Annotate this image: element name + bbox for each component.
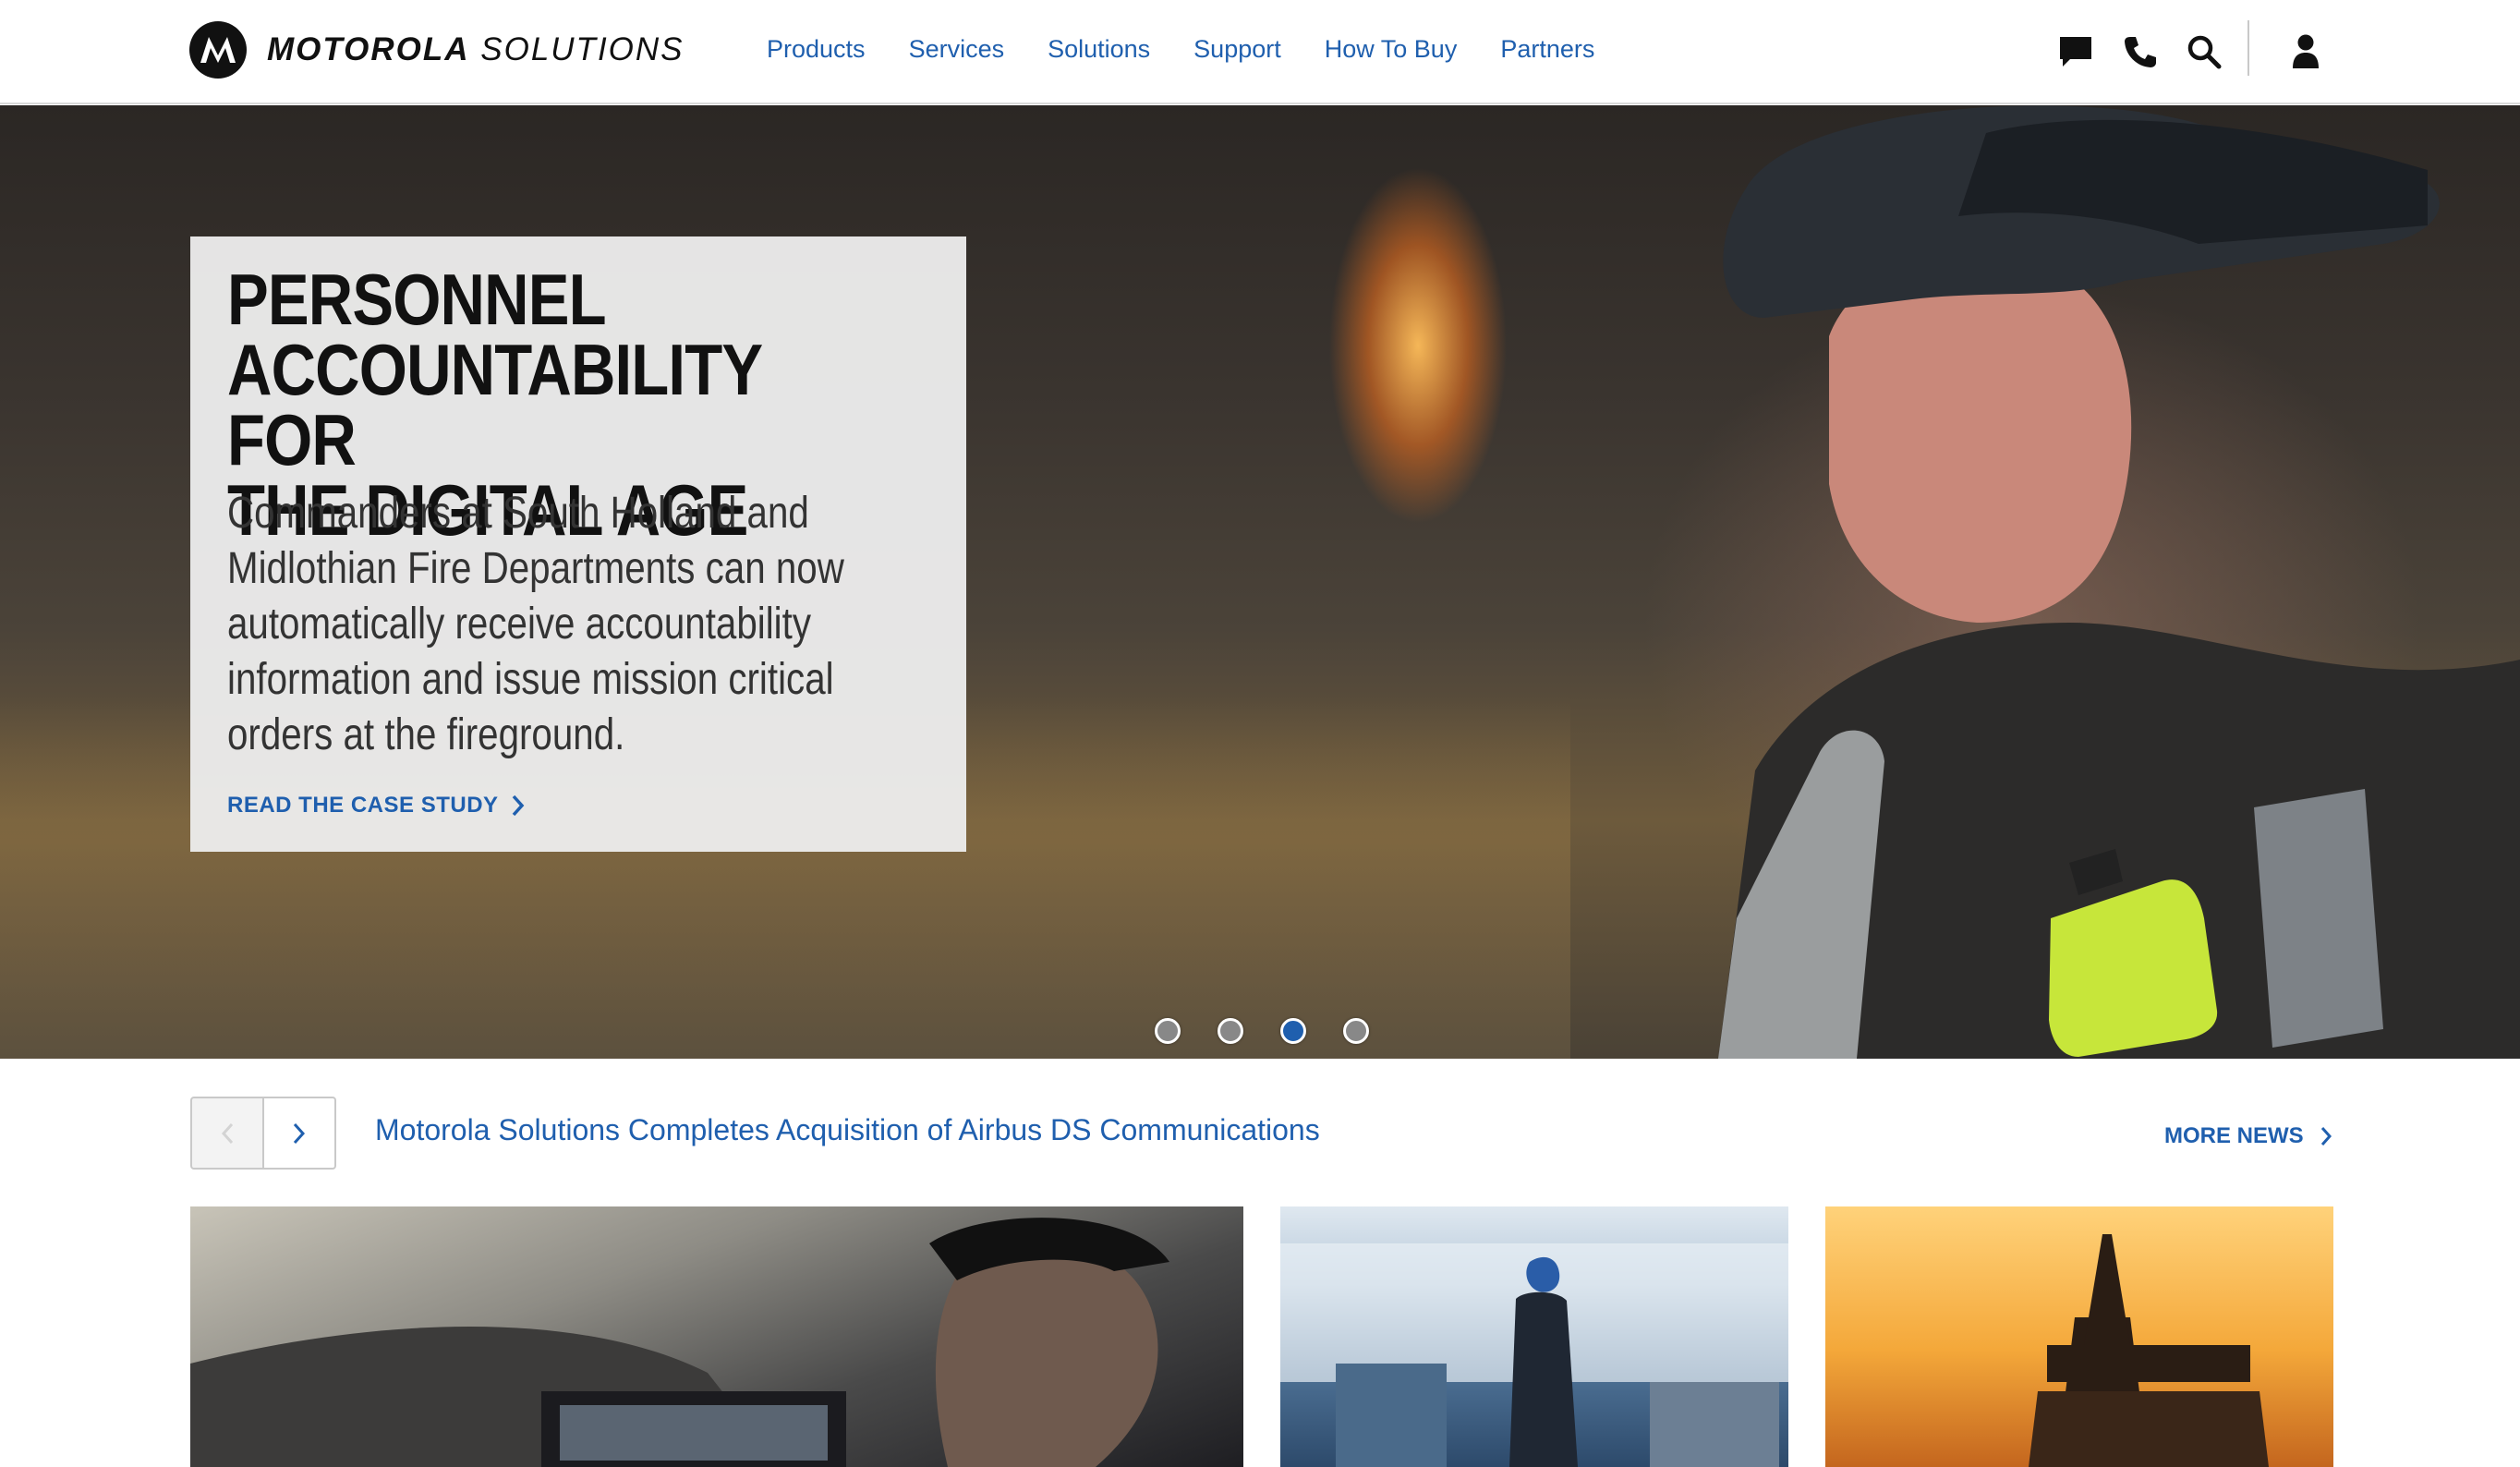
- more-news-label: MORE NEWS: [2164, 1123, 2304, 1148]
- header-divider: [2247, 20, 2249, 76]
- more-news-link[interactable]: MORE NEWS: [2164, 1123, 2332, 1149]
- site-header: MOTOROLA SOLUTIONS Products Services Sol…: [0, 0, 2520, 104]
- police-laptop-image: [190, 1218, 1169, 1467]
- motorola-m-icon: [189, 21, 247, 79]
- read-case-study-link[interactable]: READ THE CASE STUDY: [227, 793, 525, 818]
- carousel-dot-4[interactable]: [1343, 1018, 1369, 1044]
- news-next-button[interactable]: [262, 1097, 336, 1170]
- nav-solutions[interactable]: Solutions: [1048, 35, 1150, 64]
- chat-icon[interactable]: [2054, 30, 2097, 73]
- industrial-worker-image: [1280, 1243, 1788, 1467]
- oil-rig-image: [2029, 1234, 2269, 1467]
- feature-card-industrial-worker[interactable]: [1280, 1206, 1788, 1467]
- motorola-logo[interactable]: MOTOROLA SOLUTIONS: [189, 20, 685, 79]
- firefighter-image: [1718, 105, 2520, 1059]
- carousel-dot-3[interactable]: [1280, 1018, 1306, 1044]
- chevron-left-icon: [221, 1122, 234, 1144]
- hero-promo-card: PERSONNEL ACCOUNTABILITY FOR THE DIGITAL…: [190, 236, 966, 852]
- chevron-right-icon: [2320, 1127, 2332, 1146]
- feature-card-oil-rig[interactable]: [1825, 1206, 2333, 1467]
- chevron-right-icon: [293, 1122, 306, 1144]
- carousel-indicators: [1155, 1018, 1406, 1044]
- nav-support[interactable]: Support: [1193, 35, 1281, 64]
- carousel-dot-1[interactable]: [1155, 1018, 1181, 1044]
- hero-description: Commanders at South Holland and Midlothi…: [227, 489, 844, 759]
- nav-partners[interactable]: Partners: [1500, 35, 1594, 64]
- brand-name: MOTOROLA SOLUTIONS: [267, 31, 685, 68]
- hero-carousel: PERSONNEL ACCOUNTABILITY FOR THE DIGITAL…: [0, 105, 2520, 1059]
- brand-light: SOLUTIONS: [480, 31, 685, 67]
- brand-bold: MOTOROLA: [267, 31, 470, 67]
- nav-how-to-buy[interactable]: How To Buy: [1325, 35, 1458, 64]
- carousel-dot-2[interactable]: [1218, 1018, 1243, 1044]
- read-case-study-label: READ THE CASE STUDY: [227, 793, 499, 818]
- chevron-right-icon: [512, 794, 524, 817]
- feature-card-police-laptop[interactable]: [190, 1206, 1243, 1467]
- phone-icon[interactable]: [2119, 30, 2162, 73]
- news-prev-button[interactable]: [190, 1097, 264, 1170]
- nav-products[interactable]: Products: [767, 35, 866, 64]
- user-icon[interactable]: [2284, 30, 2327, 73]
- main-nav: Products Services Solutions Support How …: [767, 35, 1638, 64]
- news-headline-link[interactable]: Motorola Solutions Completes Acquisition…: [375, 1113, 1320, 1147]
- nav-services[interactable]: Services: [909, 35, 1005, 64]
- search-icon[interactable]: [2183, 30, 2225, 73]
